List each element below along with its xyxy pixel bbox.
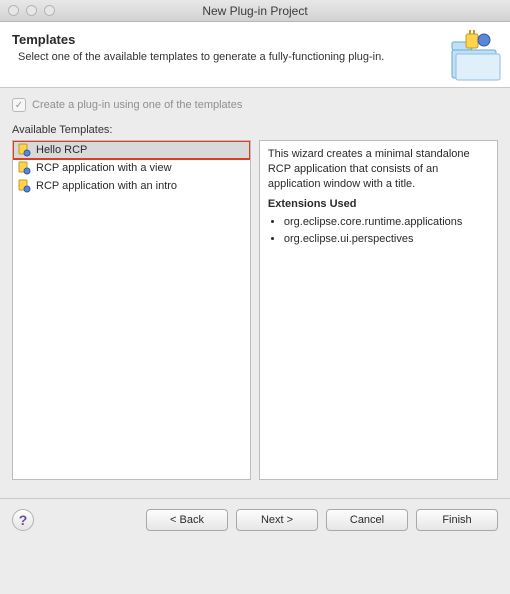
description-text: This wizard creates a minimal standalone… (268, 147, 489, 192)
plugin-folder-icon (446, 28, 502, 84)
list-item[interactable]: Hello RCP (13, 141, 250, 159)
window-title: New Plug-in Project (0, 4, 510, 18)
finish-button[interactable]: Finish (416, 509, 498, 531)
extensions-list: org.eclipse.core.runtime.applications or… (284, 214, 489, 249)
list-item-label: RCP application with a view (36, 162, 172, 174)
banner-heading: Templates (12, 32, 498, 47)
list-item[interactable]: RCP application with an intro (13, 177, 250, 195)
list-item-label: RCP application with an intro (36, 180, 177, 192)
template-description: This wizard creates a minimal standalone… (259, 140, 498, 480)
banner-subtext: Select one of the available templates to… (12, 51, 498, 63)
use-template-label: Create a plug-in using one of the templa… (32, 99, 242, 111)
extensions-heading: Extensions Used (268, 198, 489, 210)
use-template-checkbox-row: ✓ Create a plug-in using one of the temp… (12, 98, 498, 112)
wizard-banner: Templates Select one of the available te… (0, 22, 510, 88)
list-item-label: Hello RCP (36, 144, 87, 156)
cancel-button[interactable]: Cancel (326, 509, 408, 531)
back-button[interactable]: < Back (146, 509, 228, 531)
available-templates-label: Available Templates: (12, 124, 498, 136)
extension-item: org.eclipse.ui.perspectives (284, 231, 489, 249)
wizard-body: ✓ Create a plug-in using one of the temp… (0, 88, 510, 488)
titlebar: New Plug-in Project (0, 0, 510, 22)
wizard-footer: ? < Back Next > Cancel Finish (0, 499, 510, 543)
next-button[interactable]: Next > (236, 509, 318, 531)
extension-item: org.eclipse.core.runtime.applications (284, 214, 489, 232)
template-icon (17, 161, 31, 175)
template-icon (17, 143, 31, 157)
template-icon (17, 179, 31, 193)
help-button[interactable]: ? (12, 509, 34, 531)
use-template-checkbox: ✓ (12, 98, 26, 112)
list-item[interactable]: RCP application with a view (13, 159, 250, 177)
templates-listbox[interactable]: Hello RCP RCP application with a view RC… (12, 140, 251, 480)
